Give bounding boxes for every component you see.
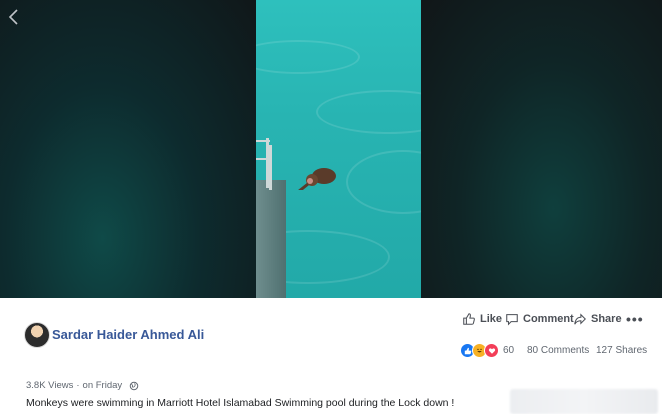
water-ripple: [256, 40, 360, 74]
comments-count-link[interactable]: 80 Comments: [527, 345, 589, 356]
avatar[interactable]: [24, 322, 50, 348]
video-blur-background-right: [421, 0, 662, 298]
video-player[interactable]: [0, 0, 662, 298]
ladder-rung: [256, 158, 270, 160]
like-label: Like: [480, 313, 503, 325]
video-frame[interactable]: [256, 0, 421, 298]
chevron-left-icon[interactable]: [6, 8, 22, 26]
shares-count-link[interactable]: 127 Shares: [596, 345, 647, 356]
water-ripple: [316, 90, 421, 134]
share-button[interactable]: Share: [573, 312, 622, 326]
ladder-rung: [256, 140, 270, 142]
view-count: 3.8K Views: [26, 380, 74, 391]
comment-button[interactable]: Comment: [505, 312, 574, 326]
more-options-button[interactable]: •••: [626, 311, 644, 327]
post-time-link[interactable]: on Friday: [83, 380, 123, 391]
water-ripple: [346, 150, 421, 214]
post-meta: 3.8K Views · on Friday: [26, 380, 139, 391]
pool-ladder-wall: [256, 180, 286, 298]
video-blur-background-left: [0, 0, 256, 298]
reactions-summary[interactable]: 60: [460, 343, 514, 358]
globe-icon: [129, 381, 139, 390]
speech-bubble-icon: [506, 314, 518, 326]
post-caption: Monkeys were swimming in Marriott Hotel …: [26, 397, 455, 409]
love-reaction-icon: [484, 343, 499, 358]
author-name-link[interactable]: Sardar Haider Ahmed Ali: [52, 327, 204, 342]
like-button[interactable]: Like: [462, 312, 502, 326]
share-label: Share: [591, 313, 622, 325]
ladder-rail: [269, 145, 272, 190]
comment-label: Comment: [523, 313, 574, 325]
blurred-overlay: [510, 389, 658, 414]
monkey-figure: [298, 168, 336, 190]
share-arrow-icon: [574, 313, 586, 325]
meta-separator: ·: [76, 380, 80, 391]
reaction-count: 60: [503, 345, 515, 356]
thumbs-up-icon: [463, 313, 475, 325]
